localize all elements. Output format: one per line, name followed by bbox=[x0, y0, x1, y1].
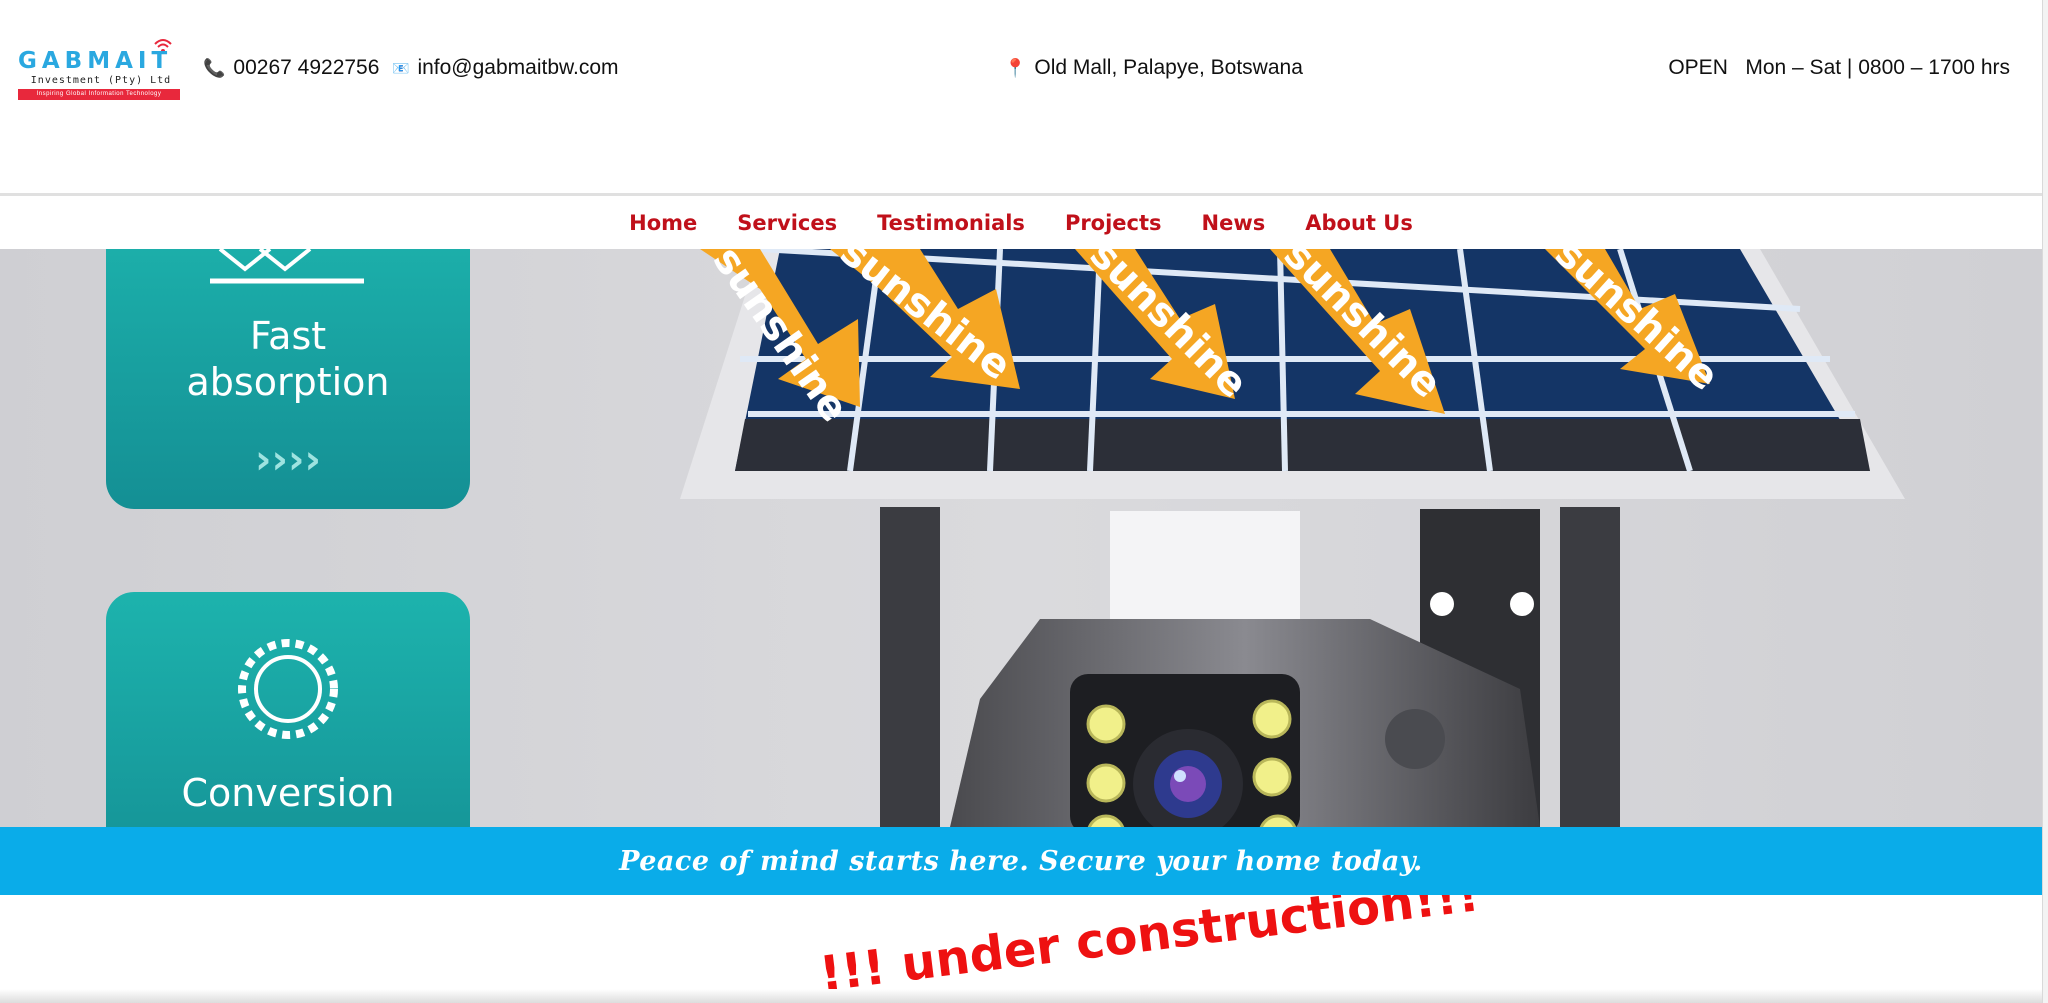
scrollbar[interactable] bbox=[2042, 0, 2048, 1003]
logo-tagline: Inspiring Global Information Technology bbox=[18, 89, 180, 100]
email-icon: 📧 bbox=[392, 59, 410, 76]
svg-text:››››: ›››› bbox=[255, 437, 321, 483]
business-hours: OPEN Mon – Sat | 0800 – 1700 hrs bbox=[1668, 56, 2010, 80]
nav-testimonials[interactable]: Testimonials bbox=[877, 211, 1025, 235]
map-pin-icon: 📍 bbox=[1004, 57, 1027, 78]
top-header: GABMAIT Investment (Pty) Ltd Inspiring G… bbox=[0, 0, 2042, 193]
feature-card-conversion: Conversion bbox=[106, 592, 470, 827]
logo-subtitle: Investment (Pty) Ltd bbox=[30, 75, 172, 86]
phone-number: 00267 4922756 bbox=[233, 56, 380, 79]
card-absorption-label: absorption bbox=[187, 360, 390, 404]
hero-image: Fast absorption ›››› Conversion sunshine… bbox=[0, 249, 2042, 827]
location-text: Old Mall, Palapye, Botswana bbox=[1034, 56, 1303, 79]
card-conversion-label: Conversion bbox=[181, 771, 394, 815]
nav-home[interactable]: Home bbox=[629, 211, 697, 235]
solar-camera-illustration: Fast absorption ›››› Conversion sunshine… bbox=[0, 249, 2042, 827]
nav-about-us[interactable]: About Us bbox=[1305, 211, 1413, 235]
bottom-shadow bbox=[0, 989, 2042, 1003]
banner-text: Peace of mind starts here. Secure your h… bbox=[619, 845, 1423, 877]
logo[interactable]: GABMAIT Investment (Pty) Ltd Inspiring G… bbox=[18, 36, 180, 104]
nav-news[interactable]: News bbox=[1202, 211, 1266, 235]
phone-contact[interactable]: 📞 00267 4922756 bbox=[203, 56, 379, 80]
construction-notice: !!! under construction!!! bbox=[0, 895, 2042, 1003]
page: GABMAIT Investment (Pty) Ltd Inspiring G… bbox=[0, 0, 2048, 1003]
nav-projects[interactable]: Projects bbox=[1065, 211, 1162, 235]
email-address: info@gabmaitbw.com bbox=[417, 56, 619, 79]
nav-services[interactable]: Services bbox=[737, 211, 837, 235]
card-fast-label: Fast bbox=[250, 314, 326, 358]
tagline-banner: Peace of mind starts here. Secure your h… bbox=[0, 827, 2042, 895]
main-nav: Home Services Testimonials Projects News… bbox=[0, 196, 2042, 249]
email-contact[interactable]: 📧 info@gabmaitbw.com bbox=[392, 56, 619, 80]
location-contact: 📍 Old Mall, Palapye, Botswana bbox=[1004, 56, 1303, 80]
feature-card-fast-absorption: Fast absorption ›››› bbox=[106, 249, 470, 509]
phone-icon: 📞 bbox=[203, 57, 226, 78]
construction-message: !!! under construction!!! bbox=[816, 895, 1483, 1003]
hours-text: OPEN Mon – Sat | 0800 – 1700 hrs bbox=[1668, 56, 2010, 79]
logo-name: GABMAIT bbox=[18, 48, 173, 74]
